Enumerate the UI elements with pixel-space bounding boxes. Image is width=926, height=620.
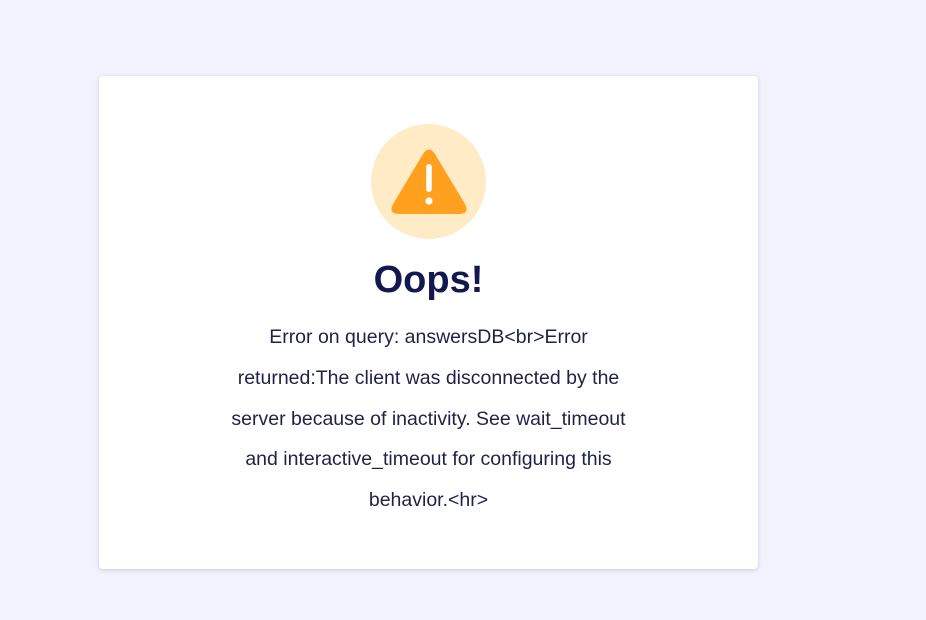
warning-triangle-icon: [390, 149, 467, 214]
error-message: Error on query: answersDB<br>Error retur…: [231, 326, 626, 512]
page: Oops! Error on query: answersDB<br>Error…: [0, 0, 926, 620]
warning-badge: [371, 124, 486, 239]
error-card: Oops! Error on query: answersDB<br>Error…: [99, 76, 758, 569]
error-title: Oops!: [373, 259, 484, 301]
